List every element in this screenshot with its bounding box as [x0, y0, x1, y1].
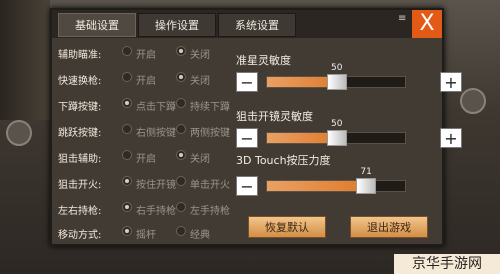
row-label: 狙击辅助:: [58, 154, 102, 165]
setting-row: 快速换枪: 开启 关闭: [58, 70, 248, 88]
radio[interactable]: [122, 176, 132, 186]
setting-row: 左右持枪: 右手持枪 左手持枪: [58, 200, 248, 218]
option-label: 开启: [136, 154, 156, 165]
setting-row: 辅助瞄准: 开启 关闭: [58, 44, 248, 62]
slider-title: 3D Touch按压力度: [236, 154, 331, 167]
hamburger-icon[interactable]: ≡: [398, 14, 406, 29]
slider-fill: [267, 181, 367, 191]
reset-button[interactable]: 恢复默认: [248, 216, 326, 238]
slider-value: 71: [360, 167, 372, 177]
slider-value: 50: [331, 119, 343, 129]
watermark: 京华手游网: [394, 254, 500, 274]
tab-controls[interactable]: 操作设置: [138, 13, 216, 37]
hud-icon: [460, 88, 486, 114]
option-label: 左手持枪: [190, 206, 230, 217]
radio[interactable]: [176, 98, 186, 108]
radio[interactable]: [176, 226, 186, 236]
radio[interactable]: [122, 46, 132, 56]
hud-left: [0, 0, 50, 120]
option-label: 点击下蹲: [136, 102, 176, 113]
option-label: 右手持枪: [136, 206, 176, 217]
radio[interactable]: [176, 124, 186, 134]
radio[interactable]: [122, 226, 132, 236]
slider-thumb[interactable]: [327, 130, 347, 146]
tabbar: 基础设置 操作设置 系统设置 ≡ X: [52, 10, 442, 38]
exit-button[interactable]: 退出游戏: [350, 216, 428, 238]
option-label: 摇杆: [136, 230, 156, 241]
scope-sensitivity-slider[interactable]: − 50 +: [236, 119, 462, 148]
radio[interactable]: [122, 98, 132, 108]
row-label: 狙击开火:: [58, 180, 102, 191]
tab-system[interactable]: 系统设置: [218, 13, 296, 37]
plus-button[interactable]: +: [440, 128, 462, 148]
row-label: 左右持枪:: [58, 206, 102, 217]
option-label: 单击开火: [190, 180, 230, 191]
row-label: 辅助瞄准:: [58, 50, 102, 61]
sensitivity-slider[interactable]: − 50 +: [236, 63, 462, 92]
setting-row: 狙击开火: 按住开镜 单击开火: [58, 174, 248, 192]
slider-track[interactable]: 50: [266, 63, 406, 90]
option-label: 右侧按键: [136, 128, 176, 139]
radio[interactable]: [176, 202, 186, 212]
row-label: 移动方式:: [58, 230, 102, 241]
option-label: 关闭: [190, 50, 210, 61]
setting-row: 下蹲按键: 点击下蹲 持续下蹲: [58, 96, 248, 114]
option-label: 关闭: [190, 76, 210, 87]
slider-title: 准星灵敏度: [236, 54, 291, 67]
option-label: 关闭: [190, 154, 210, 165]
slider-value: 50: [331, 63, 343, 73]
slider-title: 狙击开镜灵敏度: [236, 110, 313, 123]
radio[interactable]: [176, 72, 186, 82]
option-label: 开启: [136, 50, 156, 61]
slider-track[interactable]: 50: [266, 119, 406, 146]
tab-basic[interactable]: 基础设置: [58, 13, 136, 37]
row-label: 下蹲按键:: [58, 102, 102, 113]
radio[interactable]: [122, 150, 132, 160]
option-label: 经典: [190, 230, 210, 241]
settings-panel: 基础设置 操作设置 系统设置 ≡ X 辅助瞄准: 开启 关闭 快速换枪: 开启 …: [50, 8, 462, 246]
minus-button[interactable]: −: [236, 176, 258, 196]
slider-track[interactable]: 71: [266, 167, 406, 194]
hud-icon: [6, 120, 32, 146]
minus-button[interactable]: −: [236, 72, 258, 92]
option-label: 开启: [136, 76, 156, 87]
setting-row: 跳跃按键: 右侧按键 两侧按键: [58, 122, 248, 140]
setting-row: 狙击辅助: 开启 关闭: [58, 148, 248, 166]
minus-button[interactable]: −: [236, 128, 258, 148]
option-label: 按住开镜: [136, 180, 176, 191]
radio[interactable]: [176, 176, 186, 186]
option-label: 持续下蹲: [190, 102, 230, 113]
radio[interactable]: [122, 72, 132, 82]
plus-button[interactable]: +: [440, 72, 462, 92]
row-label: 跳跃按键:: [58, 128, 102, 139]
setting-row: 移动方式: 摇杆 经典: [58, 224, 248, 242]
radio[interactable]: [176, 150, 186, 160]
slider-thumb[interactable]: [356, 178, 377, 194]
radio[interactable]: [122, 202, 132, 212]
slider-thumb[interactable]: [327, 74, 347, 90]
radio[interactable]: [176, 46, 186, 56]
option-label: 两侧按键: [190, 128, 230, 139]
close-button[interactable]: X: [412, 10, 442, 38]
row-label: 快速换枪:: [58, 76, 102, 87]
radio[interactable]: [122, 124, 132, 134]
touch-pressure-slider[interactable]: − 71: [236, 167, 462, 196]
